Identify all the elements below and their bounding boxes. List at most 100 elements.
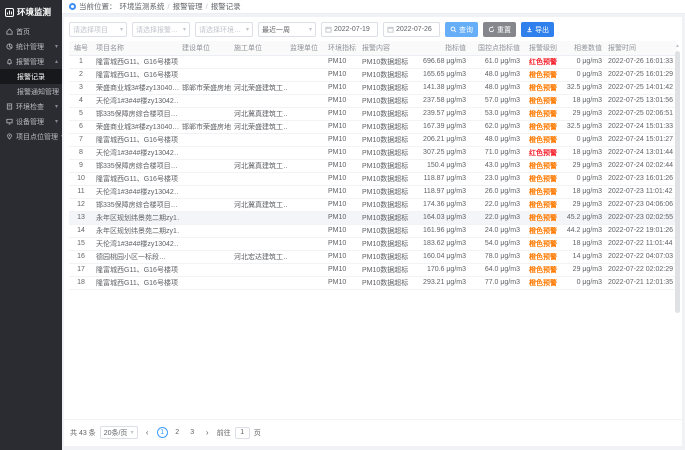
sidebar-item-statistics[interactable]: 统计管理 ▾ bbox=[0, 39, 62, 54]
goto-label: 前往 bbox=[217, 428, 231, 438]
table-row[interactable]: 8天伦湾1#3#4#楼zy13042…PM10PM10数据超标307.25 μg… bbox=[69, 146, 677, 159]
next-page-button[interactable]: › bbox=[202, 427, 213, 438]
cell-build-unit bbox=[179, 224, 231, 237]
chevron-down-icon: ▾ bbox=[246, 26, 249, 33]
cell-supervise-unit bbox=[287, 185, 325, 198]
sidebar-subitem-alarm-notify[interactable]: 报警通知管理 bbox=[0, 84, 62, 99]
column-header: 施工单位 bbox=[231, 41, 287, 55]
goto-page-input[interactable] bbox=[235, 427, 250, 439]
cell-alarm-level: 橙色预警 bbox=[523, 250, 563, 263]
table-row[interactable]: 9邯335保障房综合楼项目…河北冀真建筑工…PM10PM10数据超标150.4 … bbox=[69, 159, 677, 172]
table-row[interactable]: 12邯335保障房综合楼项目…河北冀真建筑工…PM10PM10数据超标174.3… bbox=[69, 198, 677, 211]
cell-alarm-time: 2022-07-21 12:01:35 bbox=[605, 276, 677, 289]
cell-indicator: PM10 bbox=[325, 94, 359, 107]
goto-suffix-label: 页 bbox=[254, 428, 261, 438]
sidebar-item-home[interactable]: 首页 bbox=[0, 24, 62, 39]
chevron-down-icon: ▾ bbox=[183, 26, 186, 33]
cell-supervise-unit bbox=[287, 120, 325, 133]
cell-alarm-time: 2022-07-25 16:01:29 bbox=[605, 68, 677, 81]
table-row[interactable]: 15天伦湾1#3#4#楼zy13042…PM10PM10数据超标183.62 μ… bbox=[69, 237, 677, 250]
breadcrumb-item-system[interactable]: 环境监测系统 bbox=[120, 1, 165, 12]
table-row[interactable]: 2隆富城西G11、G16号楼项目PM10PM10数据超标165.65 μg/m3… bbox=[69, 68, 677, 81]
location-target-icon bbox=[69, 3, 76, 10]
page-button-1[interactable]: 1 bbox=[157, 427, 168, 438]
cell-alarm-time: 2022-07-24 15:01:27 bbox=[605, 133, 677, 146]
cell-build-unit bbox=[179, 107, 231, 120]
table-row[interactable]: 3荣盛商业城3#楼zy13040…邯郸市荣盛房地产…河北荣盛建筑工…PM10PM… bbox=[69, 81, 677, 94]
cell-number: 13 bbox=[69, 211, 93, 224]
indicator-select[interactable]: 请选择环境指标 ▾ bbox=[195, 22, 253, 37]
sidebar-item-alarm-management[interactable]: 报警管理 ▴ bbox=[0, 54, 62, 69]
cell-diff-value: 0 μg/m3 bbox=[563, 55, 605, 68]
column-header: 项目名称 bbox=[93, 41, 179, 55]
chevron-down-icon: ▾ bbox=[55, 44, 58, 50]
sidebar-item-env-inspection[interactable]: 环境检查 ▾ bbox=[0, 99, 62, 114]
breadcrumb-item-alarm-management[interactable]: 报警管理 bbox=[173, 1, 203, 12]
table-row[interactable]: 1隆富城西G11、G16号楼项目PM10PM10数据超标696.68 μg/m3… bbox=[69, 55, 677, 68]
column-header: 建设单位 bbox=[179, 41, 231, 55]
page-button-3[interactable]: 3 bbox=[187, 427, 198, 438]
cell-diff-value: 14 μg/m3 bbox=[563, 250, 605, 263]
scrollbar-thumb[interactable] bbox=[675, 51, 680, 313]
page-size-select[interactable]: 20条/页 ▾ bbox=[100, 426, 138, 439]
table-row[interactable]: 10隆富城西G11、G16号楼项目PM10PM10数据超标118.87 μg/m… bbox=[69, 172, 677, 185]
page-button-2[interactable]: 2 bbox=[172, 427, 183, 438]
cell-national-value: 26.0 μg/m3 bbox=[469, 185, 523, 198]
table-row[interactable]: 11天伦湾1#3#4#楼zy13042…PM10PM10数据超标118.97 μ… bbox=[69, 185, 677, 198]
cell-number: 6 bbox=[69, 120, 93, 133]
reset-button[interactable]: 重置 bbox=[483, 22, 516, 37]
date-range-select[interactable]: 最近一周 ▾ bbox=[258, 22, 316, 37]
export-button[interactable]: 导出 bbox=[521, 22, 554, 37]
cell-national-value: 54.0 μg/m3 bbox=[469, 237, 523, 250]
cell-supervise-unit bbox=[287, 81, 325, 94]
cell-indicator: PM10 bbox=[325, 185, 359, 198]
cell-national-value: 48.0 μg/m3 bbox=[469, 68, 523, 81]
main-area: 当前位置： 环境监测系统 / 报警管理 / 报警记录 请选择项目 ▾ 请选择报警… bbox=[62, 0, 685, 450]
table-row[interactable]: 13永年区规划纬景苑二期zy1…PM10PM10数据超标164.03 μg/m3… bbox=[69, 211, 677, 224]
table-row[interactable]: 6荣盛商业城3#楼zy13040…邯郸市荣盛房地产…河北荣盛建筑工…PM10PM… bbox=[69, 120, 677, 133]
start-date-input[interactable]: 2022-07-19 bbox=[321, 22, 378, 37]
start-date-value: 2022-07-19 bbox=[334, 26, 370, 33]
column-header: 编号 bbox=[69, 41, 93, 55]
table-row[interactable]: 16德园桃园小区一标段…河北宏达建筑工…PM10PM10数据超标160.04 μ… bbox=[69, 250, 677, 263]
cell-alarm-time: 2022-07-24 02:02:44 bbox=[605, 159, 677, 172]
cell-indicator: PM10 bbox=[325, 172, 359, 185]
table-row[interactable]: 5邯335保障房综合楼项目…河北冀真建筑工…PM10PM10数据超标239.57… bbox=[69, 107, 677, 120]
cell-number: 12 bbox=[69, 198, 93, 211]
document-icon bbox=[6, 103, 13, 110]
table-row[interactable]: 4天伦湾1#3#4#楼zy13042…PM10PM10数据超标237.58 μg… bbox=[69, 94, 677, 107]
end-date-input[interactable]: 2022-07-26 bbox=[383, 22, 440, 37]
column-header: 报警内容 bbox=[359, 41, 417, 55]
project-select[interactable]: 请选择项目 ▾ bbox=[69, 22, 127, 37]
cell-indicator: PM10 bbox=[325, 133, 359, 146]
alarm-level-select[interactable]: 请选择报警级别 ▾ bbox=[132, 22, 190, 37]
cell-project-name: 天伦湾1#3#4#楼zy13042… bbox=[93, 146, 179, 159]
scroll-up-icon[interactable]: ▲ bbox=[675, 43, 680, 49]
table-row[interactable]: 17隆富城西G11、G16号楼项目PM10PM10数据超标170.6 μg/m3… bbox=[69, 263, 677, 276]
pagination: 共 43 条 20条/页 ▾ ‹ 1 2 3 › 前往 页 bbox=[64, 419, 682, 446]
end-date-value: 2022-07-26 bbox=[396, 26, 432, 33]
table-scrollbar[interactable]: ▲ bbox=[675, 43, 680, 378]
sidebar-item-device-management[interactable]: 设备管理 ▾ bbox=[0, 114, 62, 129]
cell-indicator-value: 696.68 μg/m3 bbox=[417, 55, 469, 68]
cell-alarm-level: 橙色预警 bbox=[523, 211, 563, 224]
sidebar-subitem-alarm-records[interactable]: 报警记录 bbox=[0, 69, 62, 84]
cell-alarm-content: PM10数据超标 bbox=[359, 68, 417, 81]
cell-construct-unit bbox=[231, 263, 287, 276]
table-row[interactable]: 18隆富城西G11、G16号楼项目PM10PM10数据超标293.21 μg/m… bbox=[69, 276, 677, 289]
search-button[interactable]: 查询 bbox=[445, 22, 478, 37]
table-row[interactable]: 7隆富城西G11、G16号楼项目PM10PM10数据超标206.21 μg/m3… bbox=[69, 133, 677, 146]
cell-alarm-content: PM10数据超标 bbox=[359, 55, 417, 68]
cell-diff-value: 44.2 μg/m3 bbox=[563, 224, 605, 237]
prev-page-button[interactable]: ‹ bbox=[142, 427, 153, 438]
table-row[interactable]: 14永年区规划纬景苑二期zy1…PM10PM10数据超标161.96 μg/m3… bbox=[69, 224, 677, 237]
cell-national-value: 62.0 μg/m3 bbox=[469, 120, 523, 133]
cell-national-value: 48.0 μg/m3 bbox=[469, 133, 523, 146]
cell-supervise-unit bbox=[287, 94, 325, 107]
cell-indicator-value: 170.6 μg/m3 bbox=[417, 263, 469, 276]
sidebar-item-project-points[interactable]: 项目点位管理 ▾ bbox=[0, 129, 62, 144]
cell-alarm-level: 橙色预警 bbox=[523, 107, 563, 120]
cell-indicator-value: 307.25 μg/m3 bbox=[417, 146, 469, 159]
cell-alarm-time: 2022-07-23 04:06:06 bbox=[605, 198, 677, 211]
cell-diff-value: 18 μg/m3 bbox=[563, 237, 605, 250]
